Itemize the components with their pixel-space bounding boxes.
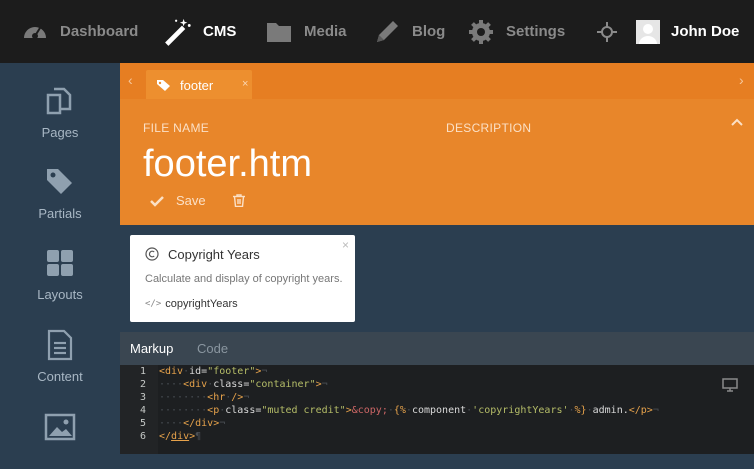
monitor-icon[interactable]	[722, 378, 738, 395]
component-alias: </> copyrightYears	[145, 298, 238, 310]
avatar	[636, 19, 660, 44]
nav-cms[interactable]: CMS	[163, 0, 236, 63]
components-area: Copyright Years Calculate and display of…	[120, 225, 754, 332]
nav-settings-label: Settings	[506, 23, 566, 40]
nav-blog[interactable]: Blog	[372, 0, 445, 63]
code-line: ····<div·class="container">¬	[159, 379, 328, 390]
nav-media-label: Media	[304, 23, 347, 40]
save-button[interactable]: Save	[150, 193, 206, 208]
code-icon: </>	[145, 299, 162, 309]
line-number: 1	[139, 366, 146, 377]
check-icon	[150, 195, 164, 207]
tags-icon	[44, 166, 76, 198]
pages-icon	[44, 85, 76, 117]
code-editor[interactable]: 1 2 3 4 5 6 <div·id="footer">¬ ····<div·…	[120, 365, 754, 454]
code-line: <div·id="footer">¬	[159, 366, 268, 377]
collapse-chevron-up-icon[interactable]	[731, 113, 743, 131]
line-number: 6	[139, 431, 146, 442]
sidebar-item-label: Content	[37, 369, 83, 384]
image-icon	[44, 411, 76, 443]
component-card[interactable]: Copyright Years Calculate and display of…	[130, 235, 355, 322]
sidebar-item-pages[interactable]: Pages	[0, 63, 120, 143]
tab-close-icon[interactable]: ×	[242, 78, 248, 90]
sidebar-item-layouts[interactable]: Layouts	[0, 225, 120, 305]
wand-icon	[163, 17, 193, 47]
grid-icon	[44, 247, 76, 279]
dashboard-icon	[20, 17, 50, 47]
tabs-scroll-left[interactable]: ‹	[128, 72, 133, 88]
save-label: Save	[176, 193, 206, 208]
line-number: 2	[139, 379, 146, 390]
file-tabs: ‹ footer × ›	[120, 63, 754, 100]
line-number: 3	[139, 392, 146, 403]
tab-label: footer	[180, 77, 214, 93]
line-number: 4	[139, 405, 146, 416]
user-name: John Doe	[671, 23, 740, 40]
nav-cms-label: CMS	[203, 23, 237, 40]
tab-markup[interactable]: Markup	[130, 332, 173, 365]
component-alias-label: copyrightYears	[165, 298, 238, 310]
component-title: Copyright Years	[168, 247, 260, 262]
move-icon[interactable]	[596, 0, 618, 63]
user-menu[interactable]: John Doe	[636, 0, 739, 63]
sidebar-item-partials[interactable]: Partials	[0, 144, 120, 224]
trash-icon[interactable]	[233, 194, 245, 212]
folder-icon	[264, 17, 294, 47]
nav-settings[interactable]: Settings	[466, 0, 565, 63]
code-line: </div>¶	[159, 431, 202, 442]
sidebar-item-label: Partials	[38, 206, 82, 221]
tab-code[interactable]: Code	[197, 332, 228, 365]
document-icon	[44, 329, 76, 361]
sidebar-item-media[interactable]	[0, 389, 120, 469]
file-header: FILE NAME DESCRIPTION footer.htm Save	[120, 99, 754, 225]
tab-footer[interactable]: footer ×	[146, 70, 252, 100]
nav-blog-label: Blog	[412, 23, 446, 40]
line-number: 5	[139, 418, 146, 429]
sidebar: Pages Partials Layouts Content	[0, 63, 120, 454]
nav-media[interactable]: Media	[264, 0, 347, 63]
tags-icon	[156, 79, 172, 92]
code-line: ········<p·class="muted credit">&copy;·{…	[159, 405, 659, 416]
code-line: ········<hr·/>¬	[159, 392, 250, 403]
tabs-scroll-right[interactable]: ›	[739, 72, 744, 88]
nav-dashboard[interactable]: Dashboard	[20, 0, 138, 63]
gear-icon	[466, 17, 496, 47]
code-line: ····</div>¬	[159, 418, 226, 429]
sidebar-item-label: Layouts	[37, 287, 83, 302]
copyright-icon	[145, 247, 159, 261]
description-label: DESCRIPTION	[446, 121, 532, 135]
file-name-label: FILE NAME	[143, 121, 210, 135]
sidebar-item-label: Pages	[41, 125, 79, 140]
top-navbar: Dashboard CMS Media Blog Settings John D…	[0, 0, 754, 63]
nav-dashboard-label: Dashboard	[60, 23, 139, 40]
sidebar-item-content[interactable]: Content	[0, 307, 120, 387]
line-gutter: 1 2 3 4 5 6	[120, 365, 158, 454]
component-description: Calculate and display of copyright years…	[145, 273, 343, 285]
file-name-input[interactable]: footer.htm	[143, 143, 312, 186]
pencil-icon	[372, 17, 402, 47]
editor-tabs: Markup Code	[120, 332, 754, 365]
component-close-icon[interactable]: ×	[342, 238, 349, 252]
